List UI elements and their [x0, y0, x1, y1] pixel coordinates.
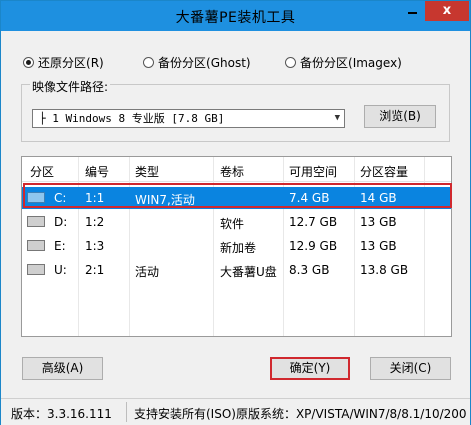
radio-restore-shortcut: (R) [86, 55, 104, 70]
table-row[interactable]: E: 1:3 新加卷 12.9 GB 13 GB [22, 235, 451, 257]
cell-capacity: 13.8 GB [360, 263, 409, 277]
cell-label: 新加卷 [220, 241, 257, 255]
advanced-button[interactable]: 高级(A) [22, 357, 103, 380]
minimize-icon [408, 12, 417, 14]
cell-free: 12.9 GB [289, 239, 338, 253]
cell-number: 2:1 [85, 263, 105, 277]
drive-icon [27, 240, 45, 251]
col-partition[interactable]: 分区 [30, 163, 54, 180]
cell-number: 1:2 [85, 215, 105, 229]
table-header: 分区 编号 类型 卷标 可用空间 分区容量 [22, 157, 451, 182]
col-free[interactable]: 可用空间 [289, 163, 337, 180]
col-number[interactable]: 编号 [85, 163, 109, 180]
cell-drive: E: [54, 239, 66, 253]
pe-installer-window: 大番薯PE装机工具 x 还原分区 (R) 备份分区 (Ghost) 备份分区 (… [0, 0, 471, 425]
cell-label: 大番薯U盘 [220, 265, 277, 279]
browse-button[interactable]: 浏览(B) [364, 105, 436, 128]
cell-label: 软件 [220, 217, 245, 231]
col-label[interactable]: 卷标 [220, 163, 244, 180]
version-text: 版本：3.3.16.111 [11, 407, 112, 421]
status-divider [126, 402, 127, 422]
cell-drive: U: [54, 263, 67, 277]
radio-backup-imagex[interactable]: 备份分区 (Imagex) [285, 54, 402, 71]
radio-backup-ghost[interactable]: 备份分区 (Ghost) [143, 54, 251, 71]
radio-restore-label: 还原分区 [38, 56, 87, 70]
radio-backup-ghost-label: 备份分区 [158, 56, 207, 70]
cell-free: 12.7 GB [289, 215, 338, 229]
cell-type: 活动 [135, 265, 160, 279]
image-path-label: 映像文件路径: [30, 78, 111, 95]
table-row[interactable]: D: 1:2 软件 12.7 GB 13 GB [22, 211, 451, 233]
title-bar: 大番薯PE装机工具 x [1, 1, 470, 31]
cell-number: 1:3 [85, 239, 105, 253]
selected-row-highlight [23, 183, 452, 208]
col-capacity[interactable]: 分区容量 [360, 163, 408, 180]
close-button[interactable]: 关闭(C) [370, 357, 451, 380]
ok-button[interactable]: 确定(Y) [270, 357, 350, 380]
cell-free: 8.3 GB [289, 263, 330, 277]
radio-restore[interactable]: 还原分区 (R) [23, 54, 104, 71]
cell-capacity: 13 GB [360, 239, 397, 253]
table-row[interactable]: U: 2:1 活动 大番薯U盘 8.3 GB 13.8 GB [22, 259, 451, 281]
image-select[interactable]: ├ 1 Windows 8 专业版 [7.8 GB] ▼ [32, 109, 345, 128]
radio-backup-ghost-shortcut: (Ghost) [206, 55, 251, 70]
radio-backup-imagex-label: 备份分区 [300, 56, 349, 70]
close-window-button[interactable]: x [425, 1, 469, 21]
minimize-button[interactable] [399, 2, 425, 22]
radio-icon-checked[interactable] [23, 57, 34, 68]
radio-backup-imagex-shortcut: (Imagex) [348, 55, 402, 70]
usb-drive-icon [27, 264, 45, 275]
support-text: 支持安装所有(ISO)原版系统：XP/VISTA/WIN7/8/8.1/10/2… [134, 407, 467, 421]
col-type[interactable]: 类型 [135, 163, 159, 180]
image-select-value: ├ 1 Windows 8 专业版 [7.8 GB] [39, 112, 225, 125]
chevron-down-icon[interactable]: ▼ [335, 110, 340, 127]
status-bar: 版本：3.3.16.111 支持安装所有(ISO)原版系统：XP/VISTA/W… [1, 398, 470, 425]
cell-drive: D: [54, 215, 68, 229]
radio-icon[interactable] [143, 57, 154, 68]
drive-icon [27, 216, 45, 227]
cell-capacity: 13 GB [360, 215, 397, 229]
radio-icon[interactable] [285, 57, 296, 68]
